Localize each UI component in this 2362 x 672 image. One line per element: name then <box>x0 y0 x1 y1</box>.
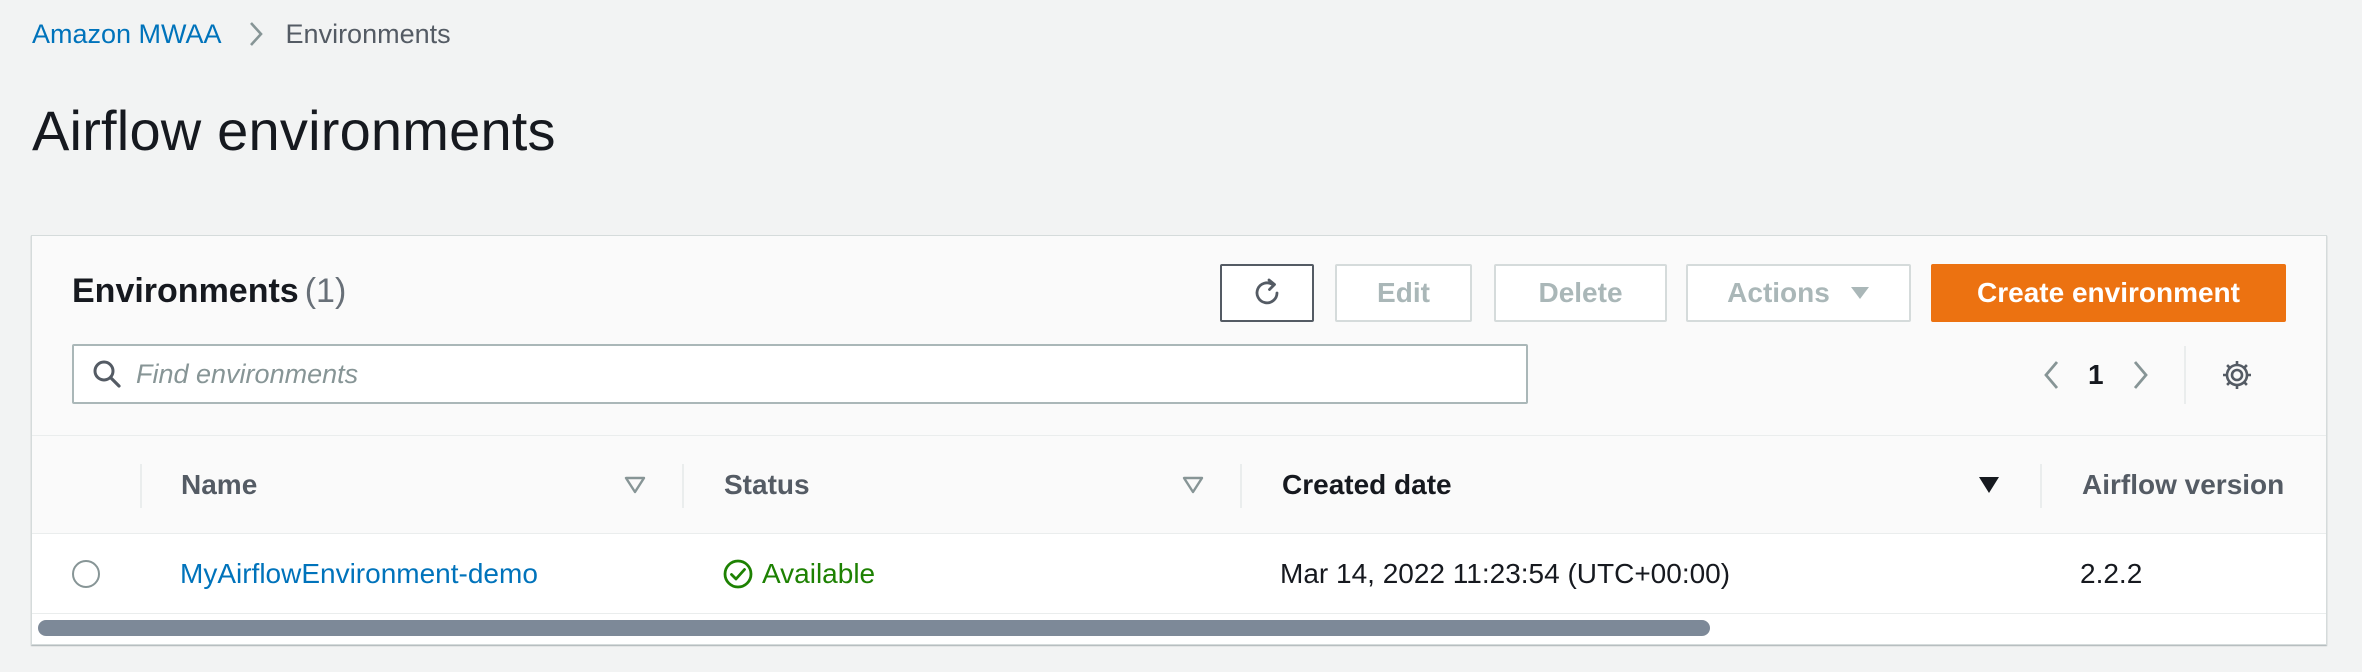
environment-name[interactable]: MyAirflowEnvironment-demo <box>180 558 538 590</box>
airflow-version-cell: 2.2.2 <box>2080 558 2143 589</box>
edit-button[interactable]: Edit <box>1335 264 1472 322</box>
sort-icon[interactable] <box>1182 436 1204 534</box>
actions-label: Actions <box>1727 277 1830 308</box>
pagination: 1 <box>2042 346 2254 404</box>
column-header-airflow-version[interactable]: Airflow version <box>2082 436 2284 534</box>
column-header-created-date[interactable]: Created date <box>1282 436 1452 534</box>
status-text: Available <box>762 558 876 589</box>
caret-down-icon <box>1850 286 1870 300</box>
status-cell: Available <box>722 534 875 614</box>
table-row: MyAirflowEnvironment-demo Available Mar … <box>32 534 2326 614</box>
panel-header: Environments (1) Edit Delete Actions Crea… <box>32 236 2326 436</box>
column-separator <box>140 464 142 508</box>
next-page-button[interactable] <box>2132 359 2150 391</box>
breadcrumb-link-mwaa[interactable]: Amazon MWAA <box>32 19 222 50</box>
status-badge: Available <box>722 558 875 590</box>
delete-button[interactable]: Delete <box>1494 264 1667 322</box>
page-number[interactable]: 1 <box>2088 359 2104 391</box>
created-date-cell: Mar 14, 2022 11:23:54 (UTC+00:00) <box>1280 558 1731 589</box>
column-header-status[interactable]: Status <box>724 436 810 534</box>
preferences-button[interactable] <box>2220 358 2254 392</box>
sort-descending-icon[interactable] <box>1978 436 2000 534</box>
refresh-button[interactable] <box>1220 264 1314 322</box>
environment-name-link[interactable]: MyAirflowEnvironment-demo <box>180 534 538 614</box>
environments-panel: Environments (1) Edit Delete Actions Crea… <box>31 235 2327 645</box>
sort-icon[interactable] <box>624 436 646 534</box>
pagination-divider <box>2183 346 2186 404</box>
column-separator <box>2040 464 2042 508</box>
chevron-right-icon <box>248 20 264 48</box>
page-title: Airflow environments <box>32 99 556 162</box>
search-icon <box>92 359 122 389</box>
table-header: Name Status Created date Airflow version <box>32 436 2326 534</box>
refresh-icon <box>1250 276 1284 310</box>
previous-page-button[interactable] <box>2042 359 2060 391</box>
actions-dropdown[interactable]: Actions <box>1686 264 1911 322</box>
horizontal-scrollbar[interactable] <box>38 620 1710 636</box>
breadcrumb-current: Environments <box>285 18 451 49</box>
column-header-name[interactable]: Name <box>181 436 257 534</box>
chevron-right-icon <box>2132 359 2150 391</box>
row-select-radio[interactable] <box>72 560 100 588</box>
chevron-left-icon <box>2042 359 2060 391</box>
check-circle-icon <box>722 558 754 590</box>
create-environment-button[interactable]: Create environment <box>1931 264 2286 322</box>
panel-title: Environments (1) <box>72 272 346 311</box>
breadcrumb: Amazon MWAA Environments <box>32 14 451 54</box>
column-separator <box>1240 464 1242 508</box>
gear-icon <box>2220 358 2254 392</box>
column-separator <box>682 464 684 508</box>
panel-title-text: Environments <box>72 272 299 310</box>
search-box <box>72 344 1528 404</box>
search-input[interactable] <box>136 358 1496 390</box>
environment-count: (1) <box>304 272 347 310</box>
